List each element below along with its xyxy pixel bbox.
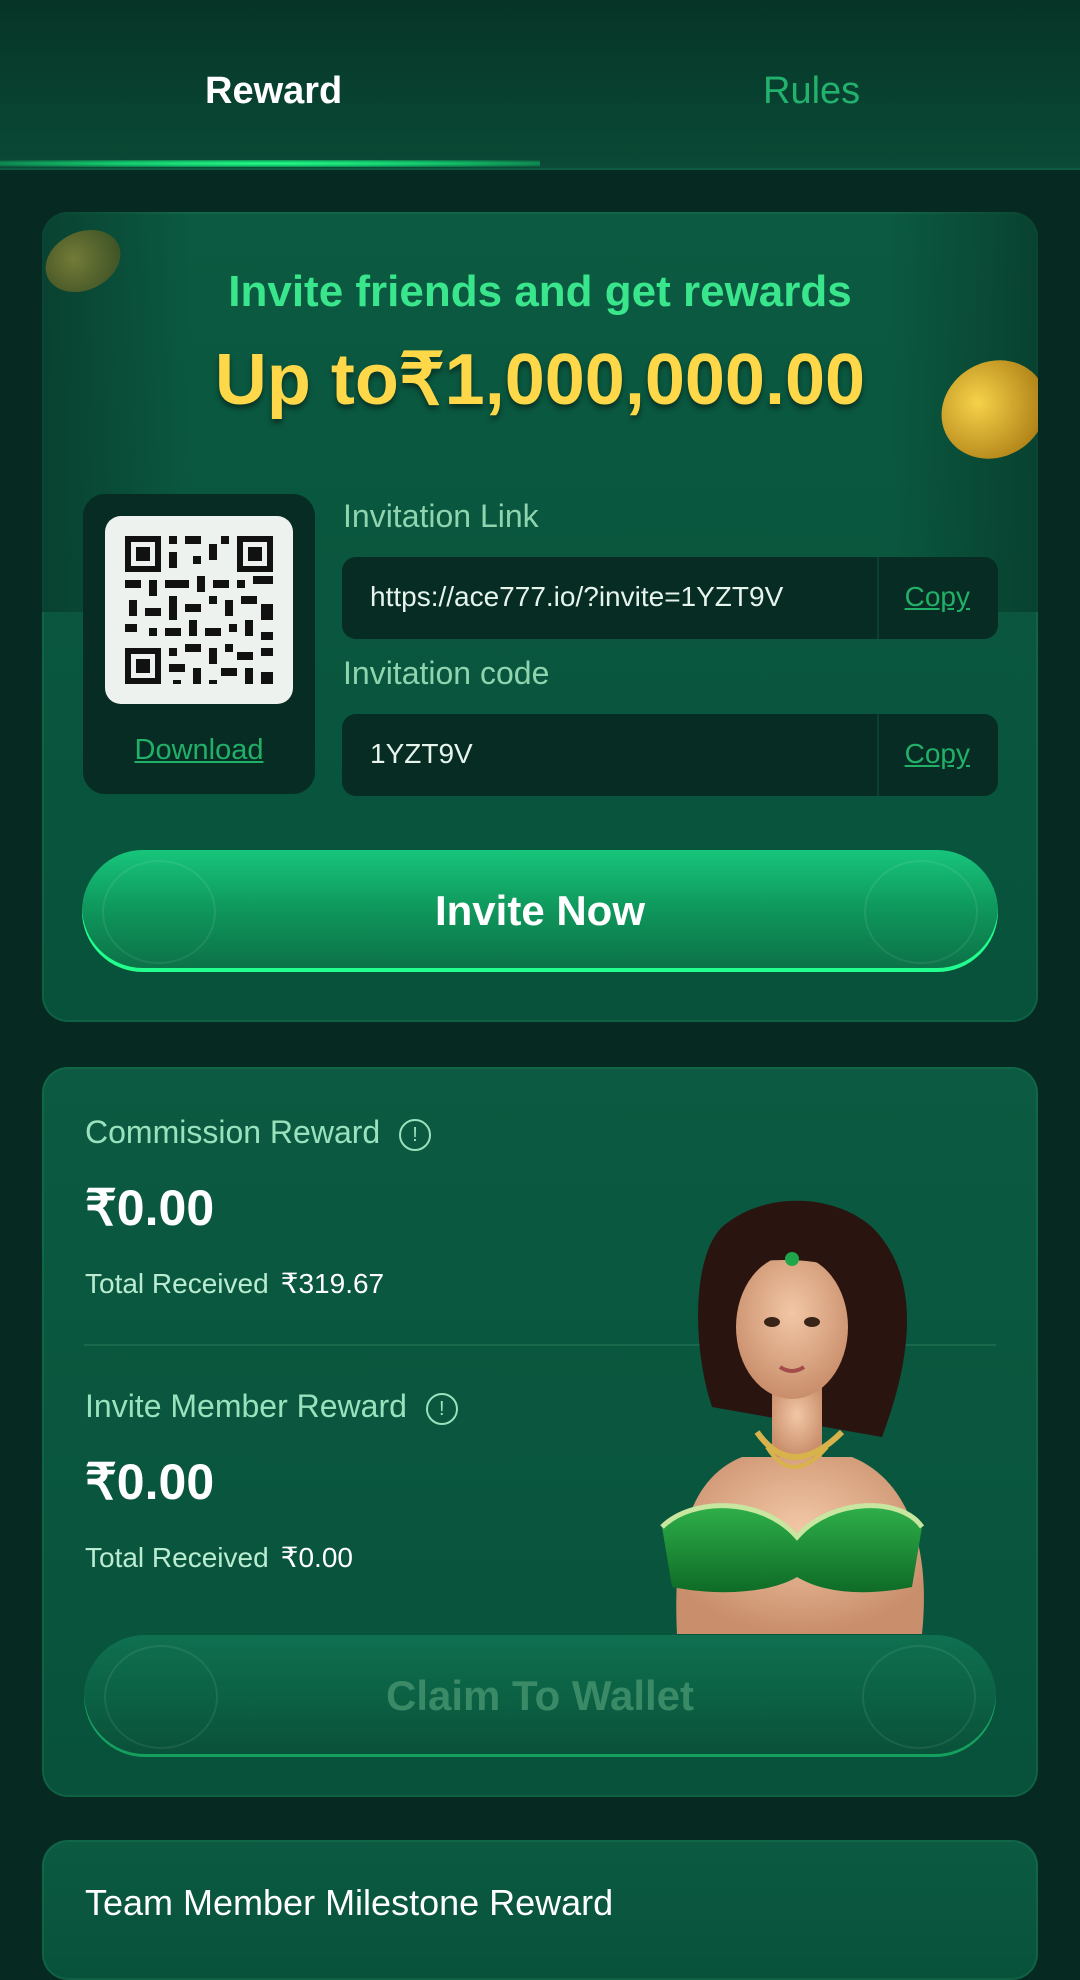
invite-title: Invite friends and get rewards xyxy=(228,267,852,316)
commission-reward-amount: ₹0.00 xyxy=(85,1180,215,1236)
invite-member-received-value: ₹0.00 xyxy=(280,1542,353,1573)
info-icon[interactable]: ! xyxy=(399,1118,432,1151)
tab-reward[interactable]: Reward xyxy=(205,70,342,113)
commission-received-label: Total Received xyxy=(85,1268,269,1299)
milestone-card: Team Member Milestone Reward xyxy=(42,1840,1038,1980)
milestone-title: Team Member Milestone Reward xyxy=(85,1882,614,1923)
rewards-card: Commission Reward ! ₹0.00 Total Received… xyxy=(42,1067,1038,1797)
invite-member-total-received: Total Received ₹0.00 xyxy=(85,1541,353,1574)
copy-link-button[interactable]: Copy xyxy=(905,581,970,613)
field-divider xyxy=(877,714,879,796)
invitation-link-value[interactable]: https://ace777.io/?invite=1YZT9V xyxy=(370,581,783,613)
download-qr-link[interactable]: Download xyxy=(83,734,315,767)
commission-received-value: ₹319.67 xyxy=(280,1268,385,1299)
invite-card: Invite friends and get rewards Up to₹1,0… xyxy=(42,212,1038,1022)
commission-reward-heading: Commission Reward ! xyxy=(85,1114,432,1151)
qr-code-panel: Download xyxy=(83,494,315,794)
copy-code-button[interactable]: Copy xyxy=(905,738,970,770)
claim-to-wallet-button[interactable]: Claim To Wallet xyxy=(84,1635,996,1757)
ornament-decoration xyxy=(862,1645,976,1749)
invitation-link-label: Invitation Link xyxy=(343,498,539,534)
field-divider xyxy=(877,557,879,639)
qr-code-icon xyxy=(105,516,293,704)
commission-total-received: Total Received ₹319.67 xyxy=(85,1267,384,1300)
info-icon[interactable]: ! xyxy=(425,1392,458,1425)
tab-rules[interactable]: Rules xyxy=(763,70,860,113)
invite-member-reward-amount: ₹0.00 xyxy=(85,1454,215,1510)
ornament-decoration xyxy=(102,860,216,964)
invitation-code-value[interactable]: 1YZT9V xyxy=(370,738,473,770)
reward-headline: Up to₹1,000,000.00 xyxy=(214,340,866,420)
invite-member-reward-label: Invite Member Reward xyxy=(85,1388,407,1424)
ornament-decoration xyxy=(104,1645,218,1749)
invite-member-received-label: Total Received xyxy=(85,1542,269,1573)
invite-member-reward-heading: Invite Member Reward ! xyxy=(85,1388,458,1425)
invitation-code-label: Invitation code xyxy=(343,655,550,691)
active-tab-indicator xyxy=(0,160,540,167)
ornament-decoration xyxy=(864,860,978,964)
tab-bar: Reward Rules xyxy=(0,0,1080,170)
commission-reward-label: Commission Reward xyxy=(85,1114,381,1150)
invitation-code-field: 1YZT9V Copy xyxy=(342,714,998,796)
invite-now-label: Invite Now xyxy=(434,887,646,934)
invitation-link-field: https://ace777.io/?invite=1YZT9V Copy xyxy=(342,557,998,639)
invite-now-button[interactable]: Invite Now xyxy=(82,850,998,972)
promo-character-image xyxy=(632,1197,962,1634)
claim-to-wallet-label: Claim To Wallet xyxy=(385,1672,695,1719)
